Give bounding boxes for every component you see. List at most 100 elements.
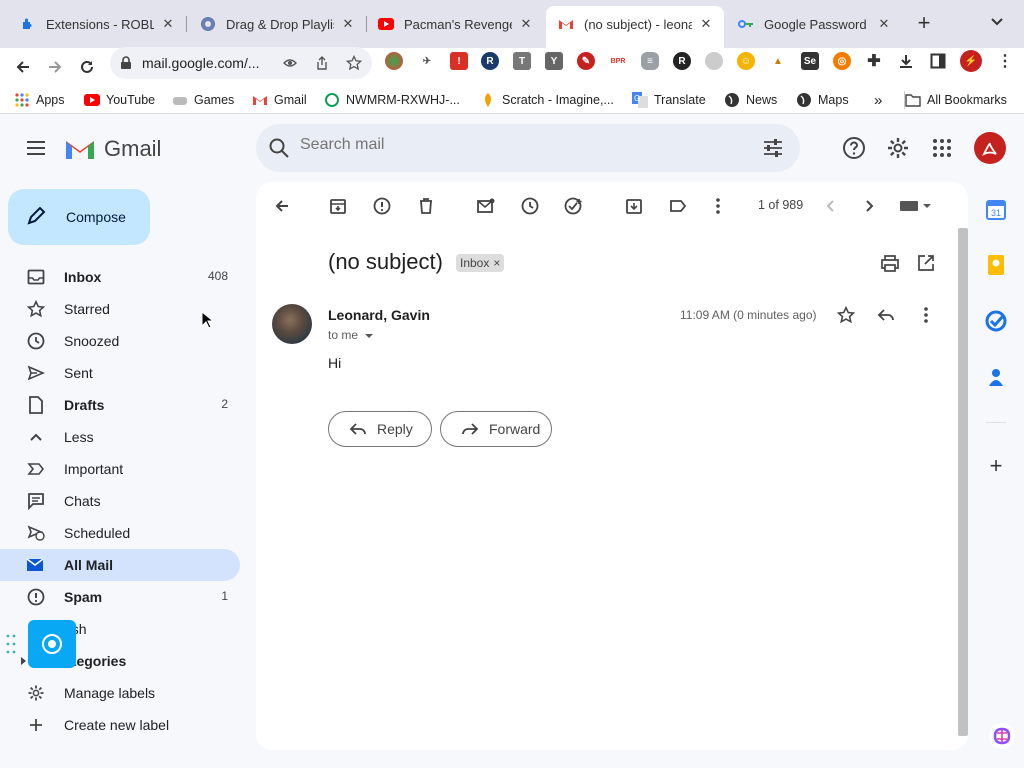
side-panel-icon[interactable] [929,52,947,70]
tab-search-chevron-icon[interactable] [990,14,1014,34]
back-arrow-icon[interactable] [8,52,38,82]
recipient-details[interactable]: to me [328,328,374,342]
contacts-icon[interactable] [984,365,1008,389]
reply-button[interactable]: Reply [328,411,432,447]
apps-grid-icon[interactable] [930,136,954,160]
sidebar-item-inbox[interactable]: Inbox 408 [0,261,240,293]
caret-down-icon[interactable] [364,328,374,342]
close-icon[interactable]: ✕ [876,16,892,32]
bookmark-translate[interactable]: G Translate [632,91,706,109]
bookmark-scratch[interactable]: Scratch - Imagine,... [480,91,614,109]
calendar-icon[interactable]: 31 [984,197,1008,221]
forward-arrow-icon[interactable] [40,52,70,82]
newer-chevron-icon[interactable] [820,196,840,216]
extension-r-icon[interactable]: R [481,52,499,70]
report-spam-icon[interactable] [372,196,392,216]
lock-icon[interactable] [120,56,132,75]
more-options-icon[interactable] [708,196,728,216]
inbox-label-chip[interactable]: Inbox × [456,254,505,272]
bookmark-gmail[interactable]: Gmail [252,91,307,109]
extension-arrow-icon[interactable]: ▲ [769,52,787,70]
account-avatar[interactable] [974,132,1006,164]
help-icon[interactable] [842,136,866,160]
extension-bpr-icon[interactable]: BPR [609,52,627,70]
extension-red-icon[interactable]: ! [450,52,468,70]
sidebar-item-scheduled[interactable]: Scheduled [0,517,240,549]
extension-t-icon[interactable]: T [513,52,531,70]
extension-cloud-icon[interactable] [705,52,723,70]
extension-y-icon[interactable]: Y [545,52,563,70]
extensions-puzzle-icon[interactable]: ✚ [865,52,883,70]
brain-extension-icon[interactable] [988,722,1016,750]
older-chevron-icon[interactable] [860,196,880,216]
back-to-inbox-icon[interactable] [272,196,292,216]
extension-bird-icon[interactable]: ✈ [418,52,436,70]
hamburger-menu-icon[interactable] [24,138,48,158]
reply-icon[interactable] [876,305,896,325]
browser-menu-icon[interactable]: ⋮ [996,52,1014,70]
sidebar-item-create-new-label[interactable]: Create new label [0,709,240,741]
search-bar[interactable] [256,124,800,172]
bookmark-youtube[interactable]: YouTube [84,91,155,109]
snooze-icon[interactable] [520,196,540,216]
reload-icon[interactable] [72,52,102,82]
profile-avatar-icon[interactable]: ⚡ [960,50,982,72]
sidebar-item-important[interactable]: Important [0,453,240,485]
mark-unread-icon[interactable] [476,196,496,216]
extension-face-icon[interactable]: ☺ [737,52,755,70]
tab-gmail-active[interactable]: (no subject) - leonard ✕ [546,6,724,48]
print-icon[interactable] [880,253,900,273]
delete-icon[interactable] [416,196,436,216]
close-icon[interactable]: ✕ [518,16,534,32]
bookmark-nwmrm[interactable]: NWMRM-RXWHJ-... [324,91,460,109]
eye-off-icon[interactable] [282,55,298,71]
bookmark-apps[interactable]: Apps [14,91,65,109]
close-icon[interactable]: ✕ [340,16,356,32]
search-options-icon[interactable] [762,137,784,164]
share-icon[interactable] [314,55,330,71]
search-input[interactable] [300,136,720,154]
sidebar-item-sent[interactable]: Sent [0,357,240,389]
tab-extensions[interactable]: Extensions - ROBLOX ✕ [8,6,187,42]
input-tools-icon[interactable] [896,196,936,216]
new-tab-button[interactable]: + [912,12,936,36]
url-text[interactable]: mail.google.com/... [142,55,260,71]
close-icon[interactable]: ✕ [698,16,714,32]
tab-pacmans-revenge[interactable]: Pacman's Revenge ✕ [366,6,544,42]
add-task-icon[interactable] [564,196,584,216]
remove-label-icon[interactable]: × [493,256,500,270]
gmail-logo[interactable]: Gmail [64,136,161,162]
bookmarks-overflow-button[interactable]: » [874,91,882,109]
compose-button[interactable]: Compose [8,189,150,245]
extension-color-icon[interactable] [385,52,403,70]
extension-fox-icon[interactable]: ✎ [577,52,595,70]
get-addons-plus-icon[interactable]: + [984,453,1008,478]
sidebar-item-drafts[interactable]: Drafts 2 [0,389,240,421]
forward-button[interactable]: Forward [440,411,552,447]
sidebar-item-chats[interactable]: Chats [0,485,240,517]
extension-orange-icon[interactable]: ◎ [833,52,851,70]
tasks-icon[interactable] [984,309,1008,333]
sidebar-item-less[interactable]: Less [0,421,240,453]
bookmark-games[interactable]: Games [172,91,234,109]
tab-google-password-manager[interactable]: Google Password M ✕ [726,6,902,42]
tab-drag-drop-playlist[interactable]: Drag & Drop Playlist ✕ [188,6,367,42]
keep-icon[interactable] [984,253,1008,277]
sender-name[interactable]: Leonard, Gavin [328,307,430,323]
move-to-icon[interactable] [624,196,644,216]
drag-handle-icon[interactable] [6,634,18,659]
archive-icon[interactable] [328,196,348,216]
extension-se-icon[interactable]: Se [801,52,819,70]
message-more-icon[interactable] [916,305,936,325]
sidebar-item-spam[interactable]: Spam 1 [0,581,240,613]
search-icon[interactable] [268,137,290,164]
sidebar-item-snoozed[interactable]: Snoozed [0,325,240,357]
settings-gear-icon[interactable] [886,136,910,160]
sidebar-item-all-mail[interactable]: All Mail [0,549,240,581]
bookmark-news[interactable]: News [724,91,777,109]
label-icon[interactable] [668,196,688,216]
sender-avatar[interactable] [272,304,312,344]
close-icon[interactable]: ✕ [160,16,176,32]
bookmark-maps[interactable]: Maps [796,91,849,109]
sidebar-item-manage-labels[interactable]: Manage labels [0,677,240,709]
